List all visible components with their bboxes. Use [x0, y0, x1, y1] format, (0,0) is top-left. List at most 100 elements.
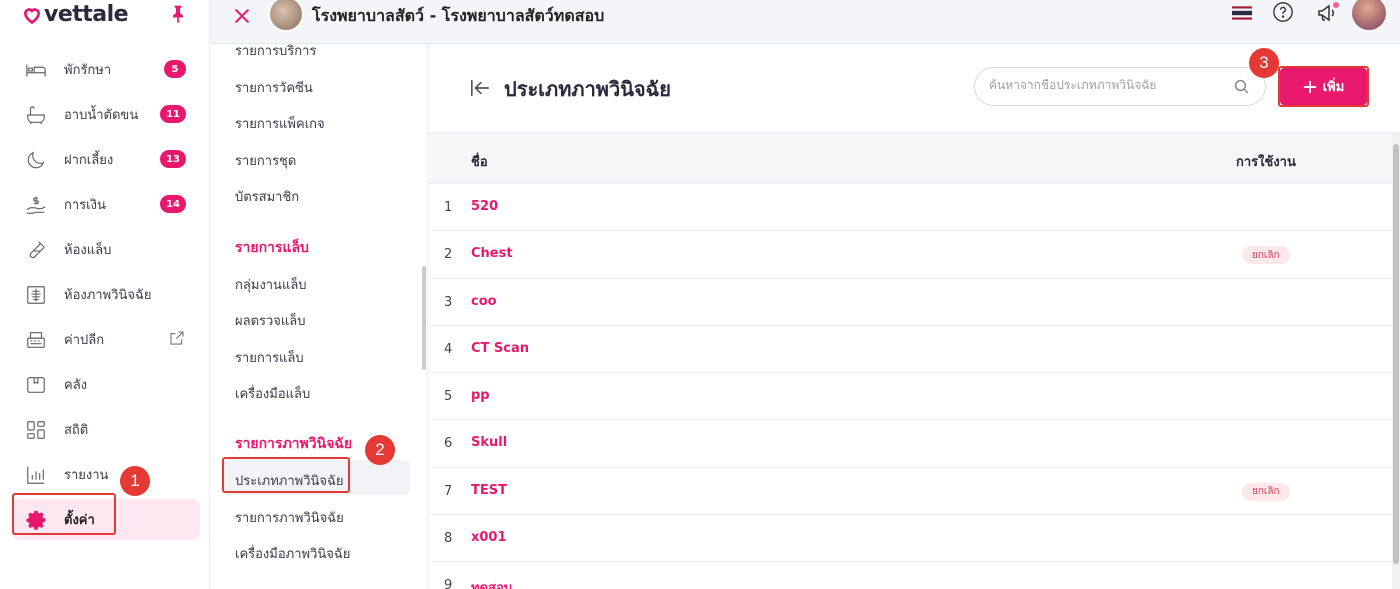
table-row[interactable]: 8 x001 — [429, 515, 1392, 563]
bathtub-icon — [24, 103, 48, 127]
sidebar-item-label: รายงาน — [64, 468, 109, 483]
search-input[interactable] — [989, 78, 1219, 92]
top-bar: โรงพยาบาลสัตว์ - โรงพยาบาลสัตว์ทดสอบ — [210, 0, 1400, 44]
search-box[interactable] — [974, 67, 1266, 106]
submenu-item-services[interactable]: รายการบริการ — [235, 40, 316, 61]
row-name-link[interactable]: CT Scan — [471, 341, 529, 356]
sidebar-item-inpatient[interactable]: พักรักษา 5 — [12, 47, 200, 92]
thai-flag-icon[interactable] — [1232, 6, 1252, 20]
clinic-avatar[interactable] — [268, 0, 304, 32]
sidebar-item-grooming[interactable]: อาบน้ำตัดขน 11 — [12, 92, 200, 137]
main-content: ประเภทภาพวินิจฉัย เพิ่ม 3 ชื่อ การใช้งาน… — [429, 44, 1400, 589]
xray-icon — [24, 283, 48, 307]
submenu-item-lab-list[interactable]: รายการแล็บ — [235, 347, 304, 368]
sidebar-item-label: อาบน้ำตัดขน — [64, 108, 139, 123]
vettale-logo[interactable]: vettale — [22, 2, 129, 27]
sidebar-item-boarding[interactable]: ฝากเลี้ยง 13 — [12, 137, 200, 182]
table-scrollbar[interactable] — [1392, 132, 1400, 589]
money-hand-icon — [24, 193, 48, 217]
table-row[interactable]: 1 520 — [429, 184, 1392, 232]
search-icon[interactable] — [1233, 78, 1251, 96]
sidebar-item-reports[interactable]: รายงาน — [12, 452, 200, 497]
sidebar-item-finance[interactable]: การเงิน 14 — [12, 182, 200, 227]
external-link-icon[interactable] — [168, 329, 186, 347]
row-name-link[interactable]: 520 — [471, 199, 498, 214]
sidebar-item-label: ฝากเลี้ยง — [64, 153, 114, 168]
main-sidebar: vettale พักรักษา 5 อาบน้ำตัดขน 11 ฝากเลี… — [0, 0, 210, 589]
user-avatar[interactable] — [1352, 0, 1386, 30]
sidebar-item-inventory[interactable]: คลัง — [12, 362, 200, 407]
count-badge: 5 — [164, 60, 186, 78]
sidebar-item-label: คลัง — [64, 378, 88, 393]
collapse-back-icon[interactable] — [469, 78, 491, 98]
table-header: ชื่อ การใช้งาน — [429, 132, 1392, 184]
table-row[interactable]: 3 coo — [429, 279, 1392, 326]
imaging-types-table: ชื่อ การใช้งาน 1 520 2 Chest ยกเลิก 3 co… — [429, 132, 1392, 589]
row-name-link[interactable]: pp — [471, 388, 490, 403]
table-row[interactable]: 2 Chest ยกเลิก — [429, 231, 1392, 279]
row-number: 9 — [444, 578, 453, 589]
submenu-item-packages[interactable]: รายการแพ็คเกจ — [235, 113, 325, 134]
row-number: 2 — [444, 247, 453, 263]
column-header-name[interactable]: ชื่อ — [471, 151, 488, 172]
table-row[interactable]: 9 ทดสอบ — [429, 562, 1392, 589]
annotation-step-1: 1 — [120, 466, 150, 496]
help-icon[interactable] — [1272, 1, 1294, 23]
sidebar-nav: พักรักษา 5 อาบน้ำตัดขน 11 ฝากเลี้ยง 13 ก… — [12, 47, 200, 540]
annotation-highlight-imaging-types — [222, 457, 350, 493]
table-row[interactable]: 6 Skull — [429, 420, 1392, 468]
page-title: ประเภทภาพวินิจฉัย — [504, 77, 671, 101]
submenu-item-sets[interactable]: รายการชุด — [235, 150, 296, 171]
column-header-usage[interactable]: การใช้งาน — [1236, 151, 1296, 172]
clinic-title: โรงพยาบาลสัตว์ - โรงพยาบาลสัตว์ทดสอบ — [312, 6, 605, 25]
row-name-link[interactable]: Skull — [471, 435, 507, 450]
sidebar-item-statistics[interactable]: สถิติ — [12, 407, 200, 452]
sidebar-item-label: ห้องภาพวินิจฉัย — [64, 288, 152, 303]
status-badge-cancelled: ยกเลิก — [1242, 246, 1290, 265]
table-scrollbar-thumb[interactable] — [1393, 144, 1399, 564]
annotation-highlight-add — [1278, 66, 1369, 107]
submenu-item-vaccines[interactable]: รายการวัคซีน — [235, 77, 313, 98]
heart-logo-icon — [23, 7, 41, 24]
sidebar-item-lab[interactable]: ห้องแล็บ — [12, 227, 200, 272]
submenu-item-imaging-list[interactable]: รายการภาพวินิจฉัย — [235, 507, 344, 528]
row-name-link[interactable]: ทดสอบ — [471, 577, 512, 589]
settings-submenu: รายการบริการ รายการวัคซีน รายการแพ็คเกจ … — [210, 44, 428, 589]
row-number: 5 — [444, 389, 453, 405]
submenu-item-imaging-tools[interactable]: เครื่องมือภาพวินิจฉัย — [235, 543, 350, 564]
submenu-item-membership[interactable]: บัตรสมาชิก — [235, 186, 299, 207]
row-name-link[interactable]: TEST — [471, 483, 507, 498]
annotation-step-2: 2 — [365, 435, 395, 465]
sidebar-item-label: การเงิน — [64, 198, 106, 213]
row-number: 3 — [444, 294, 453, 310]
row-name-link[interactable]: x001 — [471, 530, 507, 545]
dashboard-icon — [24, 418, 48, 442]
cash-register-icon — [24, 328, 48, 352]
submenu-scrollbar[interactable] — [422, 266, 426, 370]
row-number: 8 — [444, 531, 453, 547]
logo-text: vettale — [44, 2, 129, 27]
sidebar-item-label: ค่าปลีก — [64, 333, 105, 348]
submenu-heading-imaging: รายการภาพวินิจฉัย — [235, 436, 353, 452]
megaphone-icon[interactable] — [1316, 1, 1340, 25]
close-icon[interactable] — [232, 6, 252, 26]
submenu-item-lab-results[interactable]: ผลตรวจแล็บ — [235, 310, 306, 331]
bed-icon — [24, 58, 48, 82]
annotation-step-3: 3 — [1249, 48, 1279, 78]
sidebar-item-retail[interactable]: ค่าปลีก — [12, 317, 200, 362]
row-name-link[interactable]: Chest — [471, 246, 513, 261]
table-row[interactable]: 5 pp — [429, 373, 1392, 421]
count-badge: 14 — [160, 195, 186, 213]
table-row[interactable]: 4 CT Scan — [429, 326, 1392, 374]
pin-icon[interactable] — [168, 4, 188, 24]
sidebar-item-label: สถิติ — [64, 423, 89, 438]
sidebar-item-label: ห้องแล็บ — [64, 243, 112, 258]
sidebar-item-label: พักรักษา — [64, 63, 112, 78]
moon-icon — [24, 148, 48, 172]
count-badge: 11 — [160, 105, 186, 123]
sidebar-item-imaging[interactable]: ห้องภาพวินิจฉัย — [12, 272, 200, 317]
table-row[interactable]: 7 TEST ยกเลิก — [429, 468, 1392, 516]
row-name-link[interactable]: coo — [471, 294, 497, 309]
submenu-item-lab-tools[interactable]: เครื่องมือแล็บ — [235, 383, 310, 404]
submenu-item-lab-groups[interactable]: กลุ่มงานแล็บ — [235, 274, 307, 295]
